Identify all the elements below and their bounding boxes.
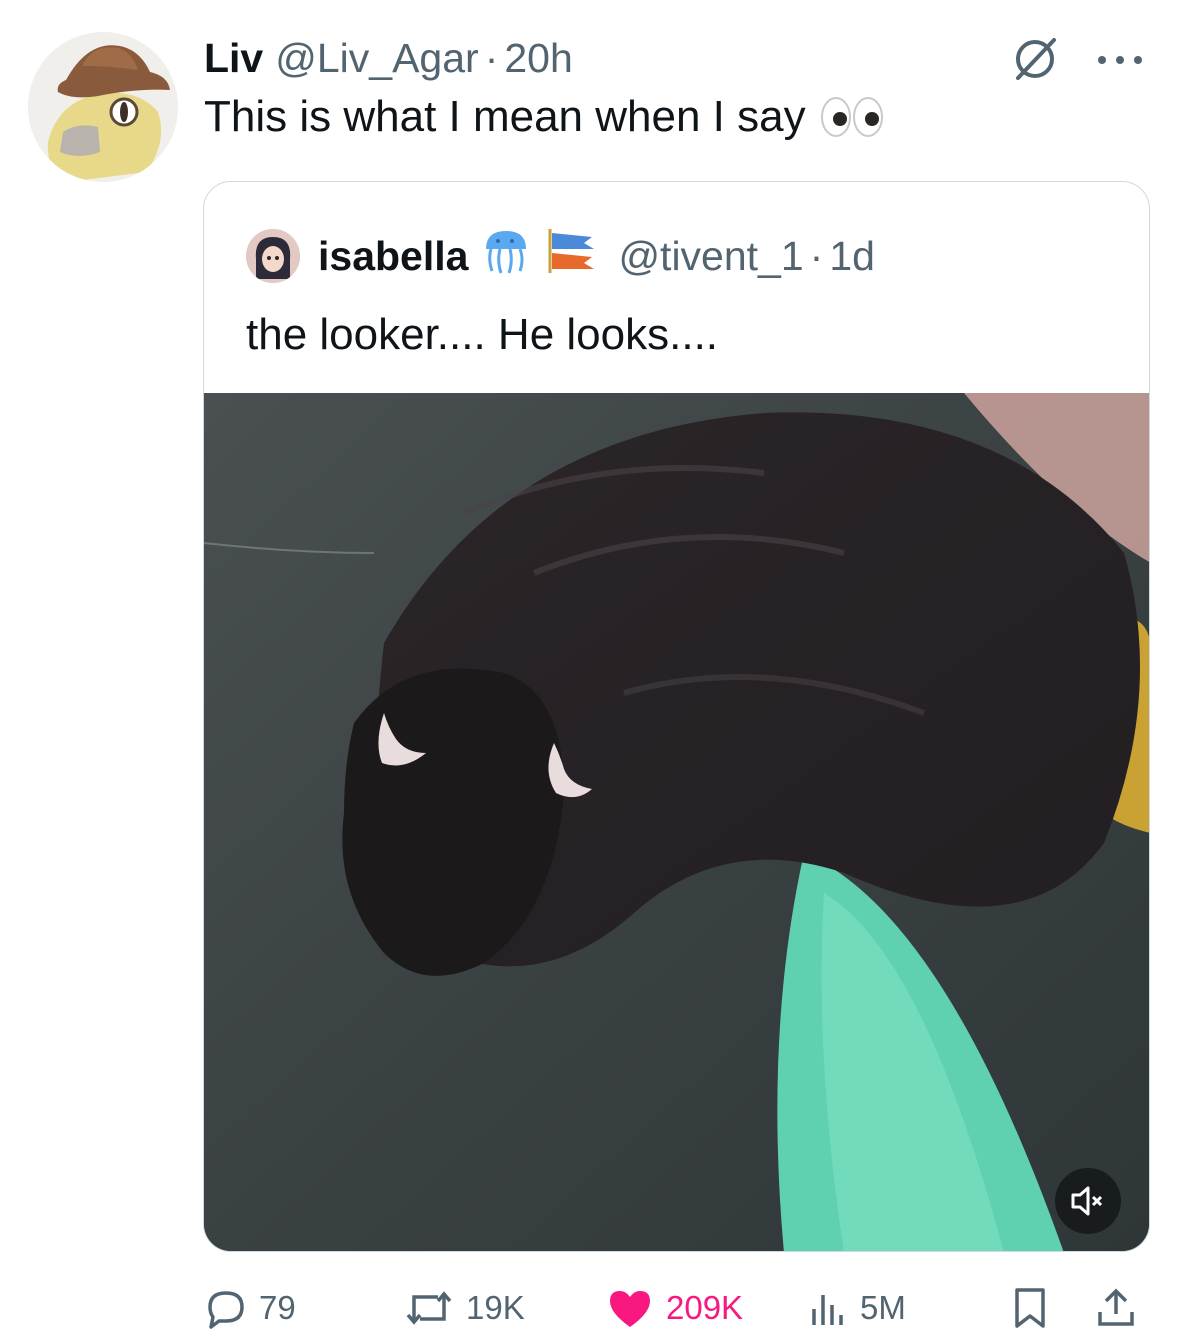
quoted-tweet-time[interactable]: 1d [829, 233, 875, 280]
bookmark-button[interactable] [1012, 1280, 1060, 1336]
view-count: 5M [860, 1289, 906, 1326]
more-options-icon[interactable] [1090, 40, 1150, 80]
separator-dot: · [484, 34, 499, 81]
repost-icon [406, 1291, 452, 1325]
grok-icon[interactable] [1012, 36, 1058, 82]
author-handle[interactable]: @Liv_Agar [275, 35, 478, 82]
tweet-time[interactable]: 20h [504, 35, 572, 82]
views-button[interactable]: 5M [806, 1280, 906, 1336]
reply-count: 79 [259, 1289, 296, 1326]
quoted-author-avatar[interactable] [246, 229, 300, 283]
tweet-text: This is what I mean when I say [204, 92, 806, 141]
fish-flags-emoji-icon [544, 227, 604, 285]
analytics-icon [812, 1295, 843, 1325]
speaker-muted-icon [1071, 1186, 1103, 1216]
tweet-text-row: This is what I mean when I say [204, 92, 884, 142]
repost-count: 19K [466, 1289, 525, 1326]
tweet-action-bar: 79 19K 209K 5M [0, 1280, 1179, 1336]
quoted-author-handle[interactable]: @tivent_1 [618, 233, 803, 280]
jellyfish-emoji-icon [478, 227, 534, 285]
mute-toggle-button[interactable] [1055, 1168, 1121, 1234]
otter-video-frame [204, 393, 1149, 1251]
quoted-separator-dot: · [809, 232, 824, 279]
author-name[interactable]: Liv [204, 35, 263, 82]
quoted-author-name[interactable]: isabella [318, 233, 468, 280]
quoted-tweet-header: isabella @tivent_1 · 1d [318, 228, 875, 284]
author-avatar[interactable] [28, 32, 178, 182]
share-button[interactable] [1094, 1280, 1150, 1336]
quoted-video-media[interactable] [204, 393, 1149, 1251]
quoted-tweet-text: the looker.... He looks.... [246, 310, 719, 359]
tweet-header: Liv @Liv_Agar · 20h [204, 30, 573, 86]
gecko-cowboy-avatar-icon [28, 32, 178, 182]
share-icon [1098, 1288, 1134, 1326]
bookmark-icon [1015, 1288, 1045, 1328]
reply-icon [208, 1291, 244, 1329]
heart-filled-icon [610, 1291, 650, 1327]
repost-button[interactable]: 19K [404, 1280, 525, 1336]
eyes-emoji-icon [820, 94, 884, 140]
like-button[interactable]: 209K [606, 1280, 743, 1336]
anime-avatar-icon [246, 229, 300, 283]
like-count: 209K [666, 1289, 744, 1326]
quoted-tweet-card[interactable]: isabella @tivent_1 · 1d the looker.... H… [203, 181, 1150, 1252]
reply-button[interactable]: 79 [205, 1280, 296, 1336]
